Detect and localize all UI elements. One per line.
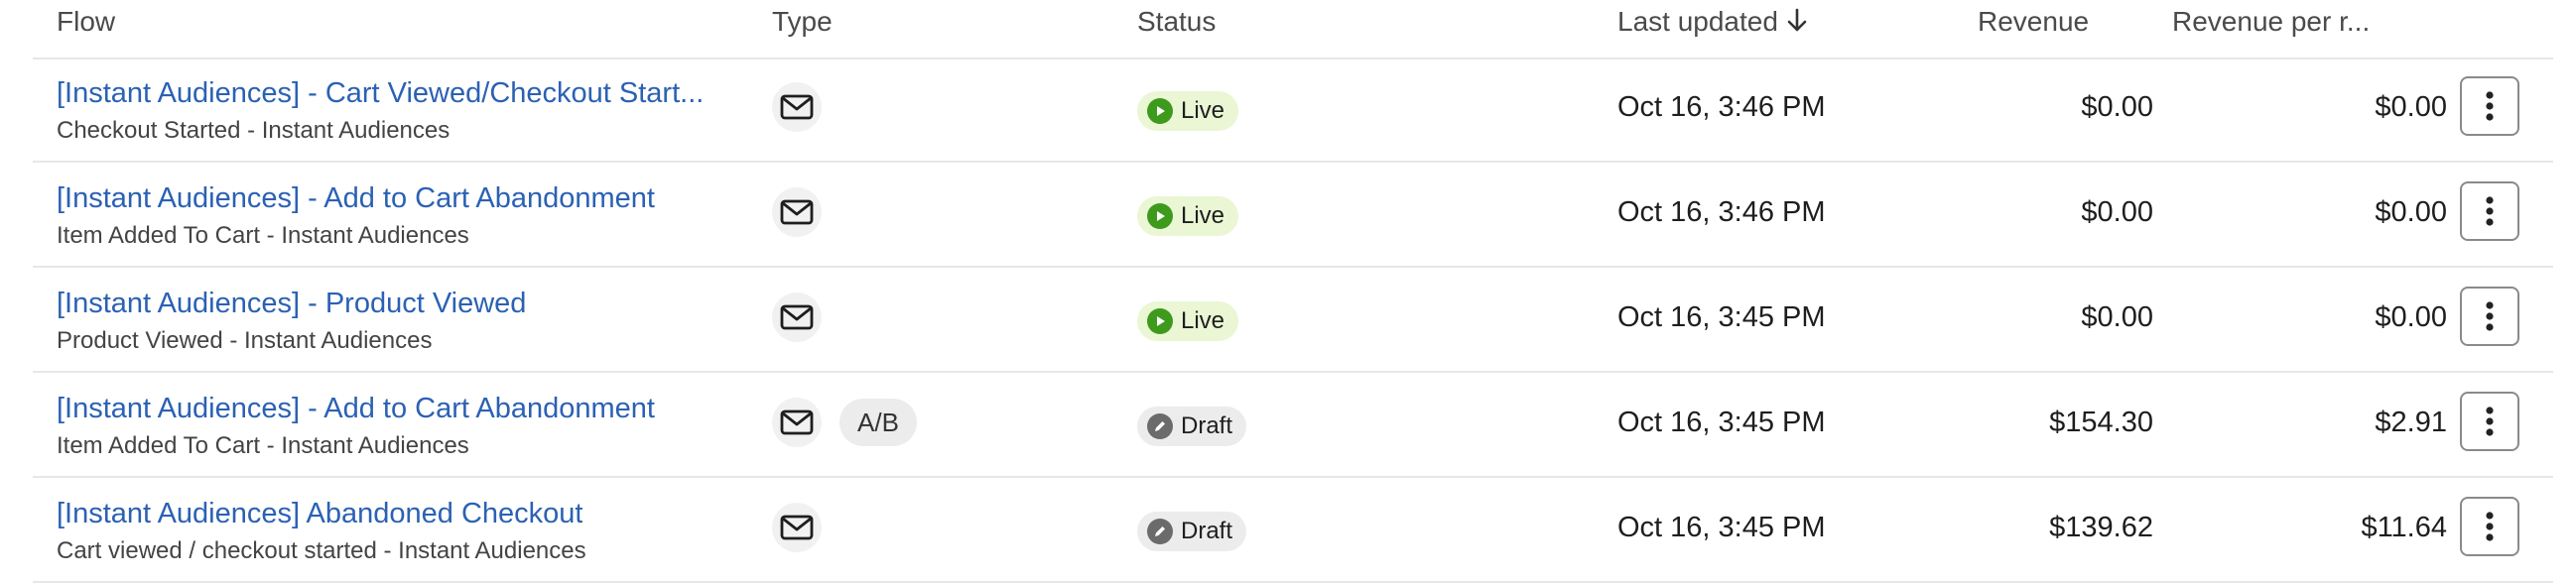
- pencil-icon: [1147, 519, 1173, 544]
- revenue-value: $0.00: [2081, 196, 2153, 228]
- revenue-value: $154.30: [2049, 407, 2153, 438]
- row-actions-button[interactable]: [2460, 392, 2519, 451]
- revenue-value: $0.00: [2081, 301, 2153, 333]
- play-icon: [1147, 308, 1173, 334]
- column-header-flow[interactable]: Flow: [57, 6, 115, 38]
- row-actions-button[interactable]: [2460, 76, 2519, 136]
- status-label: Live: [1181, 307, 1225, 334]
- revenue-per-recipient-value: $11.64: [2361, 512, 2447, 543]
- flow-trigger-label: Product Viewed - Instant Audiences: [57, 327, 433, 354]
- last-updated-value: Oct 16, 3:45 PM: [1617, 512, 1826, 543]
- ab-test-badge: A/B: [839, 399, 917, 446]
- flow-name-link[interactable]: [Instant Audiences] Abandoned Checkout: [57, 498, 582, 530]
- table-header: Flow Type Status Last updated Revenue Re…: [33, 0, 2553, 59]
- status-label: Draft: [1181, 518, 1233, 544]
- more-vertical-icon: [2486, 301, 2494, 331]
- table-row: [Instant Audiences] Abandoned Checkout C…: [33, 478, 2553, 583]
- more-vertical-icon: [2486, 91, 2494, 121]
- column-header-revenue[interactable]: Revenue: [1978, 6, 2089, 38]
- table-row: [Instant Audiences] - Product Viewed Pro…: [33, 268, 2553, 373]
- flow-trigger-label: Item Added To Cart - Instant Audiences: [57, 222, 469, 249]
- status-badge: Live: [1137, 91, 1239, 131]
- row-actions-button[interactable]: [2460, 181, 2519, 241]
- flow-trigger-label: Checkout Started - Instant Audiences: [57, 117, 451, 144]
- more-vertical-icon: [2486, 512, 2494, 541]
- status-badge: Live: [1137, 196, 1239, 236]
- last-updated-value: Oct 16, 3:46 PM: [1617, 91, 1826, 123]
- revenue-per-recipient-value: $0.00: [2375, 196, 2447, 228]
- column-header-type[interactable]: Type: [772, 6, 833, 38]
- row-actions-button[interactable]: [2460, 287, 2519, 346]
- status-badge: Draft: [1137, 512, 1247, 551]
- play-icon: [1147, 203, 1173, 229]
- status-badge: Draft: [1137, 407, 1247, 446]
- mail-icon: [772, 187, 822, 237]
- more-vertical-icon: [2486, 407, 2494, 436]
- status-label: Live: [1181, 202, 1225, 229]
- flow-type: [772, 503, 822, 552]
- status-badge: Live: [1137, 301, 1239, 341]
- arrow-down-icon: [1787, 8, 1807, 32]
- row-actions-button[interactable]: [2460, 497, 2519, 556]
- mail-icon: [772, 503, 822, 552]
- flow-type: [772, 82, 822, 132]
- column-header-last-updated-label: Last updated: [1617, 6, 1778, 37]
- flow-name-link[interactable]: [Instant Audiences] - Product Viewed: [57, 288, 526, 320]
- column-header-status[interactable]: Status: [1137, 6, 1216, 38]
- status-label: Live: [1181, 97, 1225, 124]
- revenue-value: $0.00: [2081, 91, 2153, 123]
- flow-name-link[interactable]: [Instant Audiences] - Add to Cart Abando…: [57, 393, 655, 425]
- flow-type: [772, 187, 822, 237]
- revenue-per-recipient-value: $0.00: [2375, 301, 2447, 333]
- status-label: Draft: [1181, 412, 1233, 439]
- revenue-per-recipient-value: $2.91: [2375, 407, 2447, 438]
- last-updated-value: Oct 16, 3:45 PM: [1617, 407, 1826, 438]
- table-row: [Instant Audiences] - Add to Cart Abando…: [33, 163, 2553, 268]
- more-vertical-icon: [2486, 196, 2494, 226]
- mail-icon: [772, 82, 822, 132]
- table-row: [Instant Audiences] - Cart Viewed/Checko…: [33, 58, 2553, 163]
- flow-trigger-label: Cart viewed / checkout started - Instant…: [57, 537, 586, 564]
- flow-name-link[interactable]: [Instant Audiences] - Add to Cart Abando…: [57, 182, 655, 215]
- column-header-last-updated[interactable]: Last updated: [1617, 6, 1808, 38]
- play-icon: [1147, 98, 1173, 124]
- revenue-value: $139.62: [2049, 512, 2153, 543]
- mail-icon: [772, 398, 822, 447]
- last-updated-value: Oct 16, 3:45 PM: [1617, 301, 1826, 333]
- mail-icon: [772, 292, 822, 342]
- last-updated-value: Oct 16, 3:46 PM: [1617, 196, 1826, 228]
- flow-type: [772, 292, 822, 342]
- column-header-revenue-per-recipient[interactable]: Revenue per r...: [2172, 6, 2370, 38]
- flow-type: A/B: [772, 398, 917, 447]
- revenue-per-recipient-value: $0.00: [2375, 91, 2447, 123]
- flow-trigger-label: Item Added To Cart - Instant Audiences: [57, 432, 469, 459]
- flow-name-link[interactable]: [Instant Audiences] - Cart Viewed/Checko…: [57, 77, 704, 110]
- table-row: [Instant Audiences] - Add to Cart Abando…: [33, 373, 2553, 478]
- pencil-icon: [1147, 413, 1173, 439]
